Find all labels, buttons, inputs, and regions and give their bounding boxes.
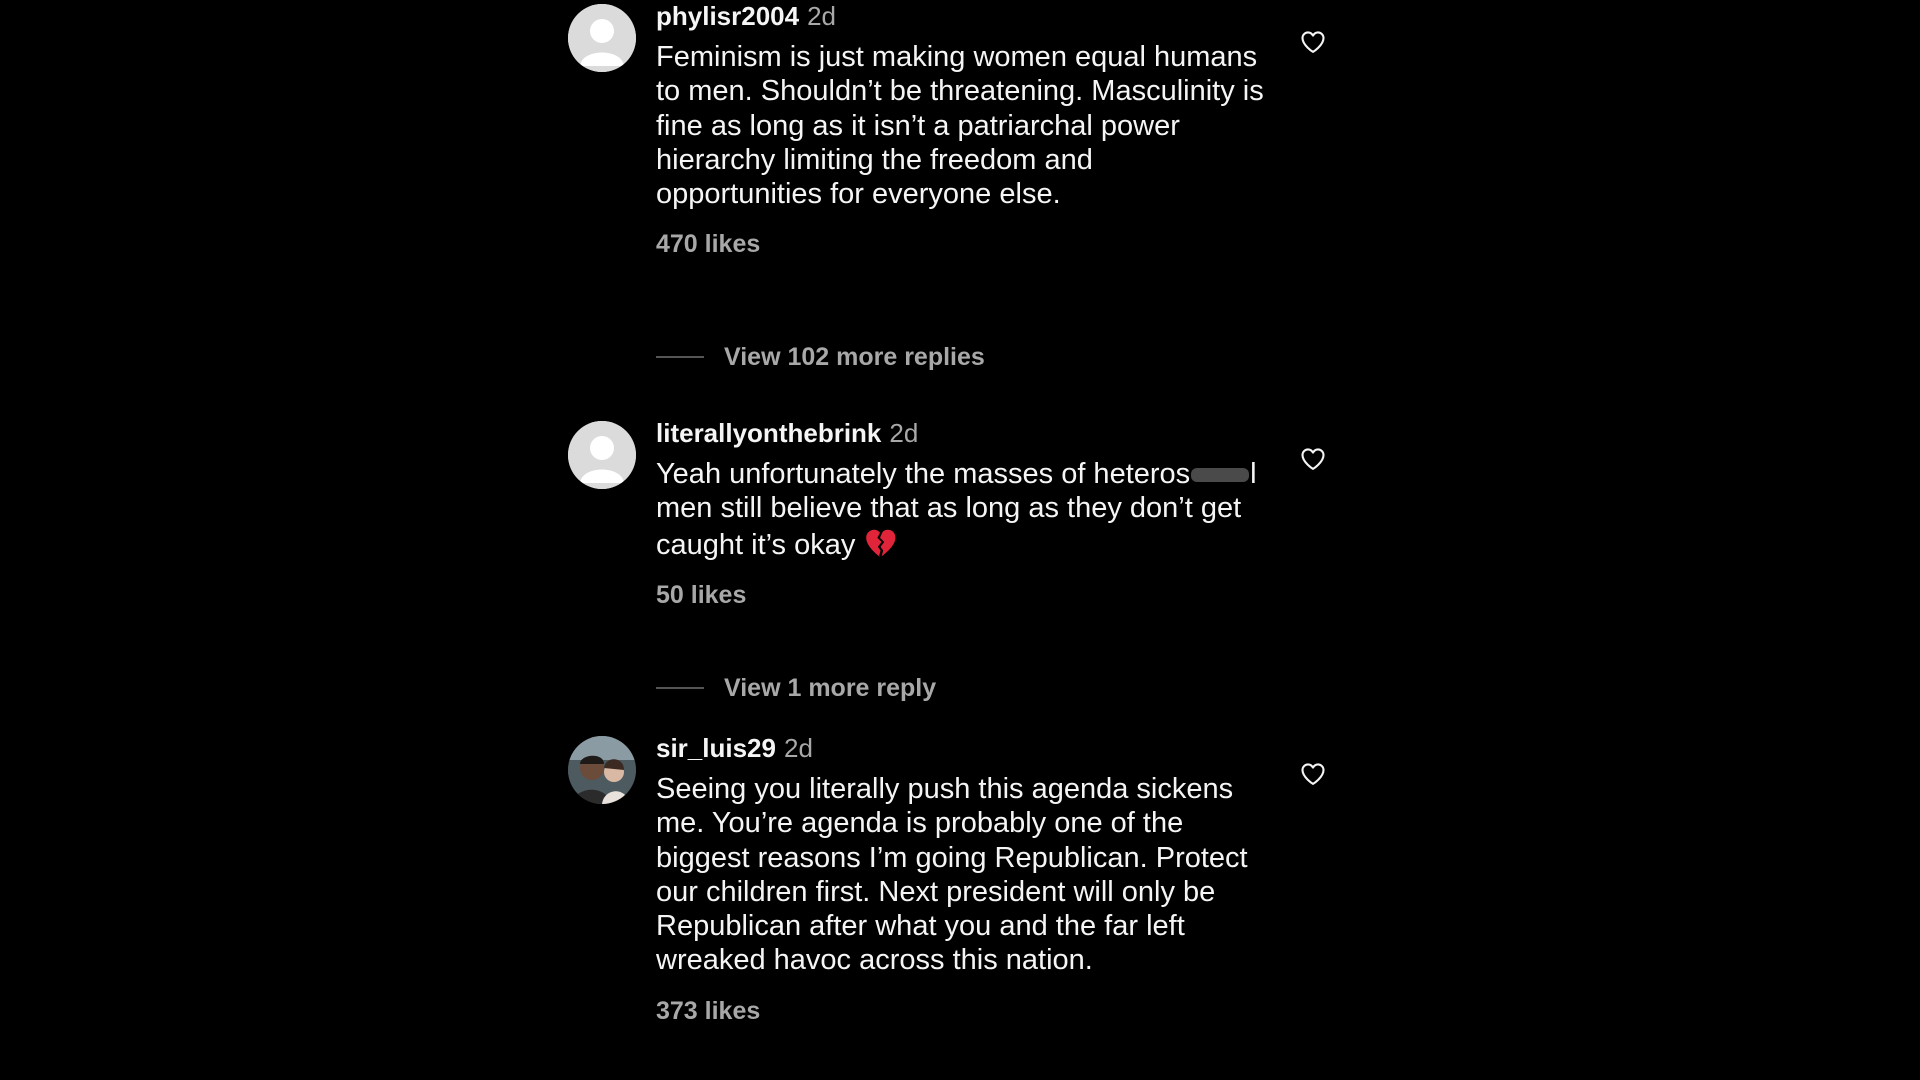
replies-divider bbox=[656, 356, 704, 358]
profile-photo[interactable] bbox=[568, 736, 636, 804]
view-replies-button[interactable]: View 1 more reply bbox=[656, 671, 936, 705]
view-replies-label: View 1 more reply bbox=[724, 673, 937, 702]
view-replies-button[interactable]: View 102 more replies bbox=[656, 340, 985, 374]
comment-meta: phylisr2004 2d bbox=[656, 0, 1266, 32]
timestamp: 2d bbox=[783, 733, 813, 763]
like-count[interactable]: 50 likes bbox=[656, 580, 1266, 610]
comment-text: Feminism is just making women equal huma… bbox=[656, 41, 1264, 211]
view-replies-label: View 102 more replies bbox=[724, 342, 985, 371]
replies-divider bbox=[656, 687, 704, 689]
username[interactable]: literallyonthebrink bbox=[656, 418, 881, 448]
comment-text-part: Yeah unfortunately the masses of heteros bbox=[656, 458, 1191, 490]
comment-text: Seeing you literally push this agenda si… bbox=[656, 773, 1248, 977]
username[interactable]: sir_luis29 bbox=[656, 733, 776, 763]
comments-list: phylisr2004 2d Feminism is just making wo… bbox=[0, 0, 1920, 1080]
timestamp: 2d bbox=[889, 418, 919, 448]
like-count[interactable]: 470 likes bbox=[656, 229, 1266, 259]
comment-meta: sir_luis29 2d bbox=[656, 732, 1266, 764]
like-count[interactable]: 373 likes bbox=[656, 996, 1266, 1026]
default-avatar-icon[interactable] bbox=[568, 4, 636, 72]
heart-outline-icon[interactable] bbox=[1299, 760, 1327, 788]
heart-outline-icon[interactable] bbox=[1299, 445, 1327, 473]
broken-heart-emoji bbox=[866, 529, 896, 557]
username[interactable]: phylisr2004 bbox=[656, 1, 799, 31]
heart-outline-icon[interactable] bbox=[1299, 28, 1327, 56]
timestamp: 2d bbox=[807, 1, 837, 31]
comment-meta: literallyonthebrink 2d bbox=[656, 417, 1266, 449]
default-avatar-icon[interactable] bbox=[568, 421, 636, 489]
redaction-mark bbox=[1191, 468, 1250, 483]
comment-text: Yeah unfortunately the masses of heteros… bbox=[656, 457, 1266, 562]
